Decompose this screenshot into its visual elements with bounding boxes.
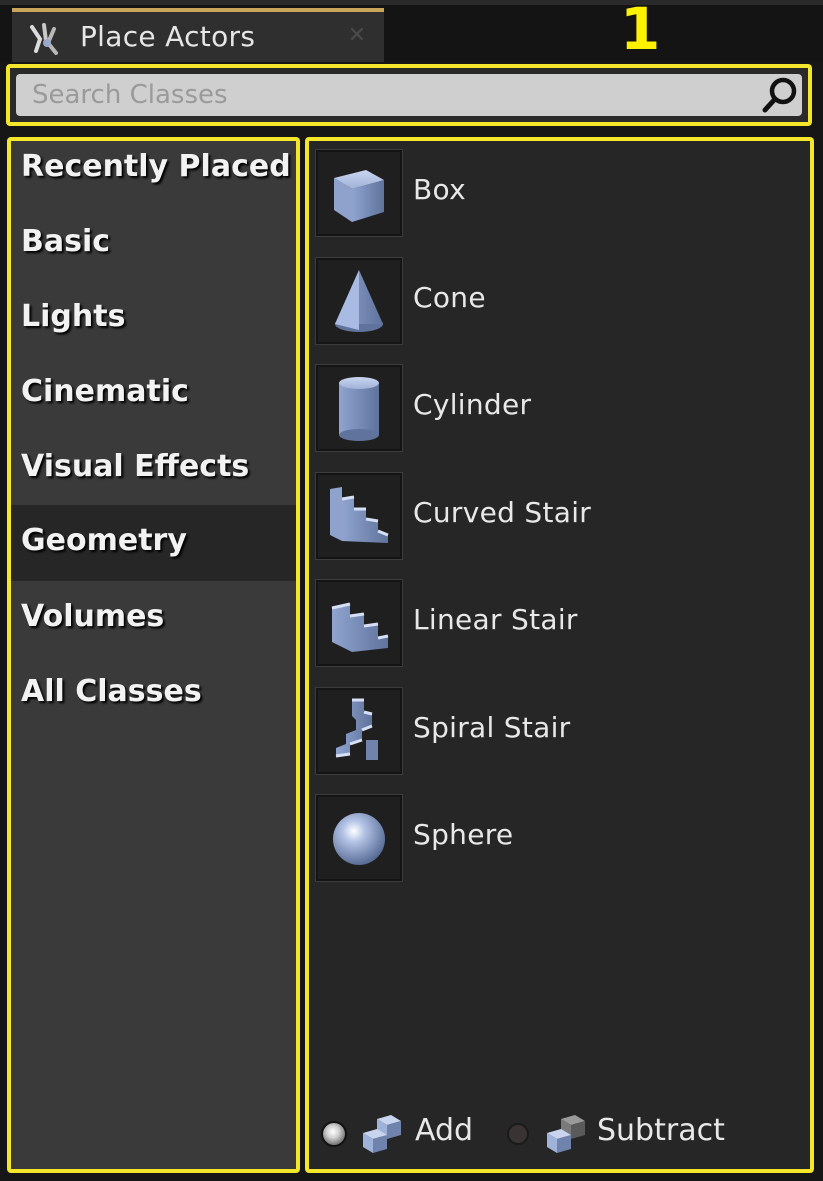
add-label: Add (415, 1113, 474, 1148)
actor-label: Box (413, 173, 466, 206)
category-lights[interactable]: Lights (11, 291, 296, 366)
cylinder-icon (339, 377, 379, 441)
callout-1: 1 (620, 0, 661, 63)
add-radio[interactable] (321, 1121, 347, 1147)
category-volumes[interactable]: Volumes (11, 591, 296, 666)
subtract-brush-icon (547, 1115, 585, 1153)
actor-thumbnail (315, 579, 403, 667)
actor-cone[interactable]: Cone (315, 257, 805, 349)
actor-label: Spiral Stair (413, 711, 571, 744)
subtract-radio[interactable] (507, 1123, 529, 1145)
linear-stair-icon (331, 602, 389, 652)
actor-label: Curved Stair (413, 496, 592, 529)
tab-place-actors[interactable]: Place Actors ✕ (12, 8, 384, 62)
close-icon[interactable]: ✕ (346, 25, 368, 47)
search-bar (6, 64, 812, 126)
actor-thumbnail (315, 687, 403, 775)
sphere-icon (333, 813, 385, 865)
actor-thumbnail (315, 364, 403, 452)
actor-thumbnail (315, 257, 403, 345)
actor-label: Cylinder (413, 388, 532, 421)
tab-title: Place Actors (80, 20, 256, 53)
subtract-label: Subtract (597, 1113, 725, 1148)
search-icon[interactable] (760, 75, 800, 115)
spiral-stair-icon (335, 698, 378, 760)
category-recently-placed[interactable]: Recently Placed (11, 141, 296, 216)
actor-spiral-stair[interactable]: Spiral Stair (315, 687, 805, 779)
actor-box[interactable]: Box (315, 149, 805, 241)
actor-label: Sphere (413, 818, 514, 851)
category-label: Geometry (21, 523, 187, 558)
cone-icon (335, 270, 383, 332)
actor-sphere[interactable]: Sphere (315, 794, 805, 886)
actor-list: Box Cone Cylinder Curved Stair Linear St… (305, 137, 814, 1173)
box-icon (334, 170, 384, 222)
actor-linear-stair[interactable]: Linear Stair (315, 579, 805, 671)
actor-label: Linear Stair (413, 603, 578, 636)
category-geometry[interactable]: Geometry (11, 505, 296, 581)
brush-mode-row: Add Subtract (315, 1109, 805, 1159)
actor-label: Cone (413, 281, 486, 314)
category-basic[interactable]: Basic (11, 216, 296, 291)
actor-curved-stair[interactable]: Curved Stair (315, 472, 805, 564)
category-label: Cinematic (21, 374, 189, 409)
actor-thumbnail (315, 472, 403, 560)
category-all-classes[interactable]: All Classes (11, 666, 296, 741)
category-list: Recently Placed Basic Lights Cinematic V… (7, 137, 300, 1173)
category-label: Basic (21, 224, 111, 259)
actor-cylinder[interactable]: Cylinder (315, 364, 805, 456)
category-label: Volumes (21, 599, 165, 634)
category-label: Visual Effects (21, 449, 250, 484)
tab-bar: Place Actors ✕ (0, 0, 823, 62)
search-input[interactable] (16, 74, 802, 116)
category-label: Recently Placed (21, 149, 291, 184)
actor-thumbnail (315, 794, 403, 882)
actor-thumbnail (315, 149, 403, 237)
category-label: All Classes (21, 674, 202, 709)
add-brush-icon (363, 1115, 401, 1153)
curved-stair-icon (330, 487, 389, 543)
category-cinematic[interactable]: Cinematic (11, 366, 296, 441)
category-label: Lights (21, 299, 126, 334)
place-actors-icon (30, 23, 58, 55)
